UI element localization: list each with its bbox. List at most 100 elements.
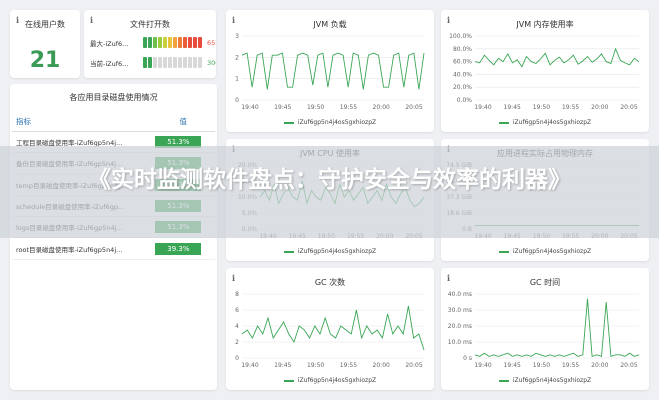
legend-swatch [283,250,294,253]
x-tick-label: 20:05 [405,104,422,111]
y-tick-label: 0 s [463,355,472,362]
x-tick-label: 20:05 [405,362,422,369]
table-header: 指标 值 [12,112,215,132]
legend-label: iZuf6gp5n4j4os5gxhiozpZ [297,248,377,255]
file-open-max-row: 最大-iZuf6... 65535 [90,37,216,48]
x-tick-label: 19:40 [474,362,491,369]
file-open-card: i 文件打开数 最大-iZuf6... 65535 当前-iZuf6... 30… [84,10,216,78]
file-open-max-value: 65535 [207,38,216,47]
legend-label: iZuf6gp5n4j4os5gxhiozpZ [512,248,592,255]
y-tick-label: 1 [235,76,239,83]
x-tick-label: 19:50 [533,362,550,369]
y-tick-label: 30.0 ms [448,307,472,314]
series-line [474,47,640,68]
chart-legend[interactable]: iZuf6gp5n4j4os5gxhiozpZ [226,248,434,255]
gauge-segment [153,57,157,68]
line-chart: 3 2 1 019:40 19:45 19:50 19:55 20:00 20:05 [235,33,425,111]
legend-swatch [283,379,294,382]
y-tick-label: 10.0 ms [448,339,472,346]
y-tick-label: 80.0% [453,46,472,53]
disk-value-cell: 39.3% [151,237,215,260]
series-line [241,52,425,90]
y-tick-label: 8 [235,291,239,298]
series-line [241,305,425,351]
chart-card-gc-time: i GC 时间 40.0 ms 30.0 ms 20.0 ms 10.0 ms 0 s 19:… [441,268,649,390]
line-chart: 8 6 4 2 019:40 19:45 19:50 19:55 20:00 20:05 [235,291,425,369]
gauge-segment [188,57,192,68]
x-tick-label: 19:50 [307,362,324,369]
legend-label: iZuf6gp5n4j4os5gxhiozpZ [297,119,377,126]
gauge-segment [188,37,192,48]
y-tick-label: 0 [235,355,239,362]
gauge-segment [193,57,197,68]
x-tick-label: 20:00 [373,362,390,369]
chart-card-jvm-mem: i JVM 内存使用率 100.0% 80.0% 60.0% 40.0% 20.0% 0.0%… [441,10,649,132]
gauge-segment [183,57,187,68]
disk-usage-title: 各应用目录磁盘使用情况 [69,93,158,102]
y-tick-label: 2 [235,54,239,61]
disk-usage-badge: 39.3% [155,242,202,255]
legend-swatch [498,121,509,124]
disk-path-label: root目录磁盘使用率-iZuf6gp5n4j... [12,237,152,260]
legend-label: iZuf6gp5n4j4os5gxhiozpZ [512,377,592,384]
x-tick-label: 19:40 [241,104,258,111]
gauge-segment [193,37,197,48]
y-tick-label: 3 [235,33,239,40]
gauge-segment [173,37,177,48]
x-tick-label: 19:45 [274,362,291,369]
gauge-segment [163,57,167,68]
chart-legend[interactable]: iZuf6gp5n4j4os5gxhiozpZ [226,377,434,384]
gauge-segment [148,37,152,48]
x-tick-label: 19:45 [504,362,521,369]
y-tick-label: 0 [235,97,239,104]
x-tick-label: 19:40 [241,362,258,369]
chart-legend[interactable]: iZuf6gp5n4j4os5gxhiozpZ [441,377,649,384]
x-tick-label: 19:45 [504,104,521,111]
y-tick-label: 6 [235,307,239,314]
y-tick-label: 20.0 ms [448,323,472,330]
line-chart: 40.0 ms 30.0 ms 20.0 ms 10.0 ms 0 s19:40 19:4… [448,291,640,369]
file-open-max-label: 最大-iZuf6... [90,39,129,48]
gauge-segment [183,37,187,48]
chart-legend[interactable]: iZuf6gp5n4j4os5gxhiozpZ [441,248,649,255]
gauge-segment [173,57,177,68]
gauge-segment [198,57,202,68]
series-line [474,298,640,358]
y-tick-label: 0.0% [457,97,473,104]
gauge-segment [158,37,162,48]
gauge-segment [143,37,147,48]
file-open-title: 文件打开数 [130,20,170,29]
gauge-segment [178,57,182,68]
x-tick-label: 20:05 [620,104,637,111]
y-tick-label: 100.0% [449,33,472,40]
file-open-current-row: 当前-iZuf6... 3063 [90,57,216,68]
table-row: root目录磁盘使用率-iZuf6gp5n4j... 39.3% [12,237,215,260]
online-users-card: i 在线用户数 21 [10,10,80,78]
gauge-segment [168,57,172,68]
gauge-segment [143,57,147,68]
line-chart: 100.0% 80.0% 60.0% 40.0% 20.0% 0.0%19:40 19:45… [449,33,640,111]
x-tick-label: 19:50 [307,104,324,111]
column-value[interactable]: 值 [151,112,215,132]
gauge-segment [168,37,172,48]
x-tick-label: 19:55 [562,362,579,369]
dashboard: i 在线用户数 21 i 文件打开数 最大-iZuf6... 65535 当前-… [0,0,659,400]
gauge-segment [163,37,167,48]
x-tick-label: 19:45 [274,104,291,111]
chart-card-jvm-load: i JVM 负载 3 2 1 0 19:40 19:45 19:50 19:55 20:00 20:0… [226,10,434,132]
y-tick-label: 40.0% [453,71,472,78]
file-open-current-gauge [143,57,202,68]
legend-label: iZuf6gp5n4j4os5gxhiozpZ [512,119,592,126]
chart-legend[interactable]: iZuf6gp5n4j4os5gxhiozpZ [226,119,434,126]
chart-legend[interactable]: iZuf6gp5n4j4os5gxhiozpZ [441,119,649,126]
legend-swatch [498,250,509,253]
y-tick-label: 20.0% [453,84,472,91]
gauge-segment [178,37,182,48]
x-tick-label: 20:00 [373,104,390,111]
y-tick-label: 4 [235,323,239,330]
column-metric[interactable]: 指标 [12,112,152,132]
legend-swatch [283,121,294,124]
online-users-value: 21 [29,48,61,73]
x-tick-label: 19:55 [340,104,357,111]
overlay-title: 《实时监测软件盘点：守护安全与效率的利器》 [88,167,571,193]
